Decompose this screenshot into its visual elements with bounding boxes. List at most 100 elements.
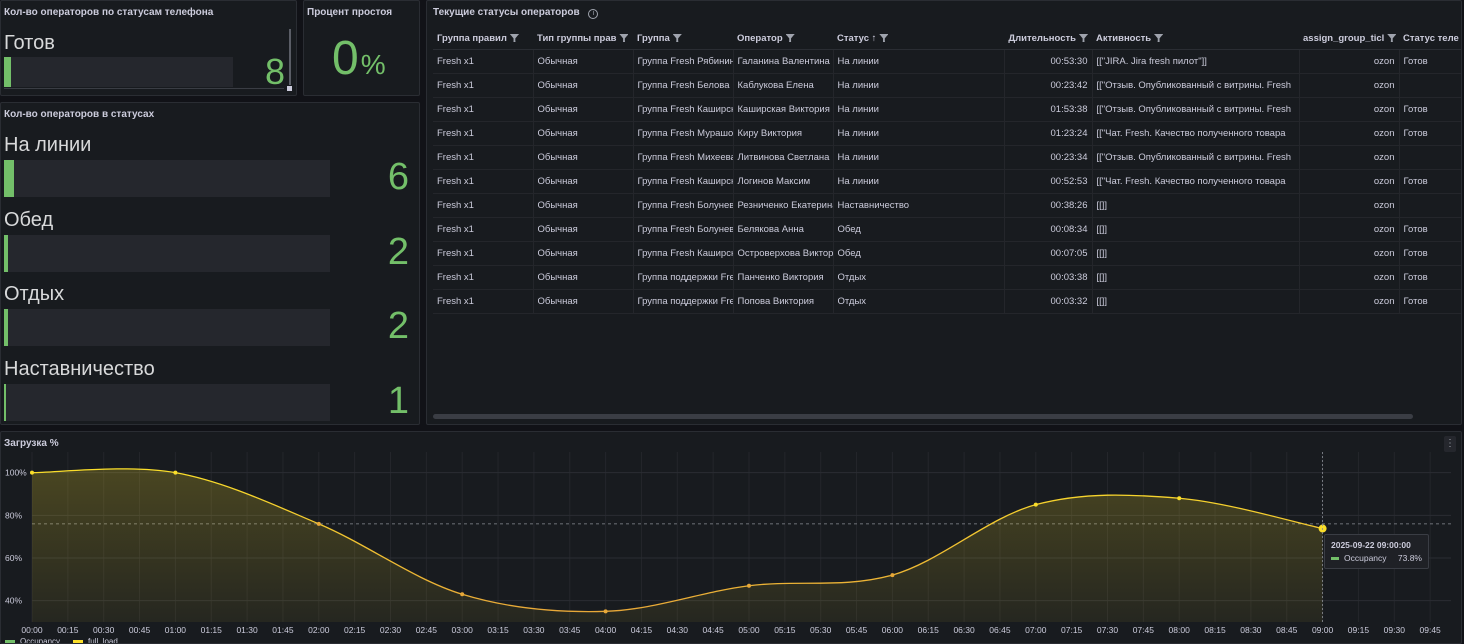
- sort-asc-icon[interactable]: ↑: [869, 33, 877, 44]
- horizontal-scrollbar[interactable]: [433, 414, 1413, 419]
- table-cell: ozon: [1299, 169, 1400, 194]
- idle-number: 0: [332, 32, 359, 85]
- legend-label: full_load: [88, 637, 118, 644]
- column-header-label: Оператор: [737, 32, 783, 44]
- table-cell: Fresh x1: [433, 121, 534, 146]
- x-tick-label: 02:00: [308, 625, 330, 635]
- table-cell: ozon: [1299, 49, 1400, 74]
- filter-icon[interactable]: [619, 33, 629, 42]
- table-cell: На линии: [833, 49, 1005, 74]
- table-cell: Логинов Максим: [733, 169, 834, 194]
- column-header[interactable]: Статус ↑: [833, 27, 1004, 50]
- x-tick-label: 06:45: [989, 625, 1011, 635]
- divider: [4, 88, 284, 89]
- filter-icon[interactable]: [509, 33, 519, 42]
- column-header[interactable]: Активность: [1092, 27, 1299, 50]
- tooltip-time: 2025-09-22 09:00:00: [1331, 540, 1411, 550]
- x-tick-label: 04:00: [595, 625, 617, 635]
- column-header-label: Длительность: [1008, 32, 1076, 44]
- idle-unit: %: [360, 49, 386, 80]
- table-row[interactable]: Fresh x1 Обычная Группа Fresh Рябинина Гала…: [433, 49, 1461, 74]
- operator-table-title: Текущие статусы операторов i: [433, 7, 599, 19]
- legend-label: Occupancy: [20, 637, 60, 644]
- filter-icon[interactable]: [672, 33, 682, 42]
- scrollbar[interactable]: [289, 29, 291, 85]
- filter-icon[interactable]: [1154, 33, 1164, 42]
- operator-table-title-text: Текущие статусы операторов: [433, 7, 580, 18]
- column-header[interactable]: Длительность: [1004, 27, 1092, 50]
- column-header[interactable]: Тип группы прав: [533, 27, 633, 50]
- table-cell: Каблукова Елена: [733, 73, 834, 98]
- table-cell: Группа поддержки Fresh: [633, 265, 734, 290]
- table-cell: Группа Fresh Рябинина: [633, 49, 734, 74]
- column-header[interactable]: Оператор: [733, 27, 833, 50]
- table-cell: 01:23:24: [1004, 121, 1093, 146]
- table-cell: Группа Fresh Белова: [633, 73, 734, 98]
- table-cell: Каширская Виктория: [733, 97, 834, 122]
- table-row[interactable]: Fresh x1 Обычная Группа Fresh Болунева Беля…: [433, 217, 1461, 242]
- table-cell: [["Отзыв. Опубликованный с витрины. Fres…: [1092, 97, 1300, 122]
- table-cell: 00:23:42: [1004, 73, 1093, 98]
- table-row[interactable]: Fresh x1ОбычнаяГруппа Fresh КаширскаяКаш…: [433, 97, 1461, 122]
- x-tick-label: 08:30: [1240, 625, 1262, 635]
- table-cell: Fresh x1: [433, 169, 534, 194]
- table-row[interactable]: Fresh x1ОбычнаяГруппа Fresh КаширскаяОст…: [433, 241, 1461, 266]
- phone-status-bar: [4, 57, 233, 87]
- status-label: Наставничество: [4, 357, 155, 380]
- table-cell: Готов: [1399, 217, 1461, 242]
- table-row[interactable]: Fresh x1ОбычнаяГруппа поддержки FreshПоп…: [433, 289, 1461, 314]
- x-tick-label: 07:30: [1097, 625, 1119, 635]
- table-cell: ozon: [1299, 289, 1400, 314]
- data-point: [316, 521, 321, 526]
- table-cell: Fresh x1: [433, 193, 534, 218]
- table-row[interactable]: Fresh x1 Обычная Группа Fresh Михеева Литви…: [433, 145, 1461, 170]
- status-counts-panel: Кол-во операторов в статусах На линии 6 Об…: [0, 102, 420, 425]
- resize-handle[interactable]: [287, 86, 292, 91]
- filter-icon[interactable]: [785, 33, 795, 42]
- x-tick-label: 00:15: [57, 625, 79, 635]
- column-header[interactable]: Группа правил: [433, 27, 533, 50]
- x-tick-label: 00:00: [21, 625, 43, 635]
- x-tick-label: 01:15: [201, 625, 223, 635]
- table-cell: [[]]: [1092, 241, 1300, 266]
- column-header-label: assign_group_ticl: [1303, 32, 1385, 44]
- x-tick-label: 03:15: [487, 625, 509, 635]
- operator-table: Группа правил Тип группы прав Группа Операт…: [433, 27, 1461, 314]
- filter-icon[interactable]: [879, 33, 889, 42]
- table-cell: Обычная: [533, 121, 634, 146]
- column-header-label: Тип группы прав: [537, 32, 617, 44]
- table-cell: Fresh x1: [433, 241, 534, 266]
- table-cell: 01:53:38: [1004, 97, 1093, 122]
- x-tick-label: 01:45: [272, 625, 294, 635]
- table-cell: Резниченко Екатерина: [733, 193, 834, 218]
- tooltip-swatch: [1331, 557, 1339, 560]
- table-cell: Fresh x1: [433, 97, 534, 122]
- column-header[interactable]: Статус теле: [1399, 27, 1461, 50]
- table-cell: Обычная: [533, 265, 634, 290]
- data-point: [460, 592, 465, 597]
- data-point: [1177, 496, 1182, 501]
- column-header[interactable]: assign_group_ticl: [1299, 27, 1399, 50]
- column-header-label: Группа: [637, 32, 670, 44]
- table-row[interactable]: Fresh x1 Обычная Группа Fresh Мурашова Киру…: [433, 121, 1461, 146]
- idle-value: 0%: [332, 31, 386, 86]
- table-cell: Обычная: [533, 97, 634, 122]
- table-cell: ozon: [1299, 145, 1400, 170]
- filter-icon[interactable]: [1387, 33, 1397, 42]
- table-cell: На линии: [833, 121, 1005, 146]
- table-row[interactable]: Fresh x1 Обычная Группа Fresh Белова Каблук…: [433, 73, 1461, 98]
- operator-table-panel: Текущие статусы операторов i Группа прав…: [426, 0, 1462, 425]
- status-bar-fill: [4, 234, 8, 272]
- table-cell: Обычная: [533, 73, 634, 98]
- table-cell: [1399, 73, 1461, 98]
- load-chart: 40% 60% 80% 100% 00:00 00:15 00:30 00:45 01:00 01…: [5, 452, 1451, 644]
- table-row[interactable]: Fresh x1ОбычнаяГруппа Fresh КаширскаяЛог…: [433, 169, 1461, 194]
- table-cell: Группа Fresh Болунева: [633, 217, 734, 242]
- filter-icon[interactable]: [1079, 33, 1088, 42]
- info-icon[interactable]: i: [588, 9, 599, 19]
- table-row[interactable]: Fresh x1ОбычнаяГруппа поддержки FreshПан…: [433, 265, 1461, 290]
- x-tick-label: 07:00: [1025, 625, 1047, 635]
- column-header[interactable]: Группа: [633, 27, 733, 50]
- table-row[interactable]: Fresh x1 Обычная Группа Fresh Болунева Резн…: [433, 193, 1461, 218]
- x-tick-label: 06:15: [918, 625, 940, 635]
